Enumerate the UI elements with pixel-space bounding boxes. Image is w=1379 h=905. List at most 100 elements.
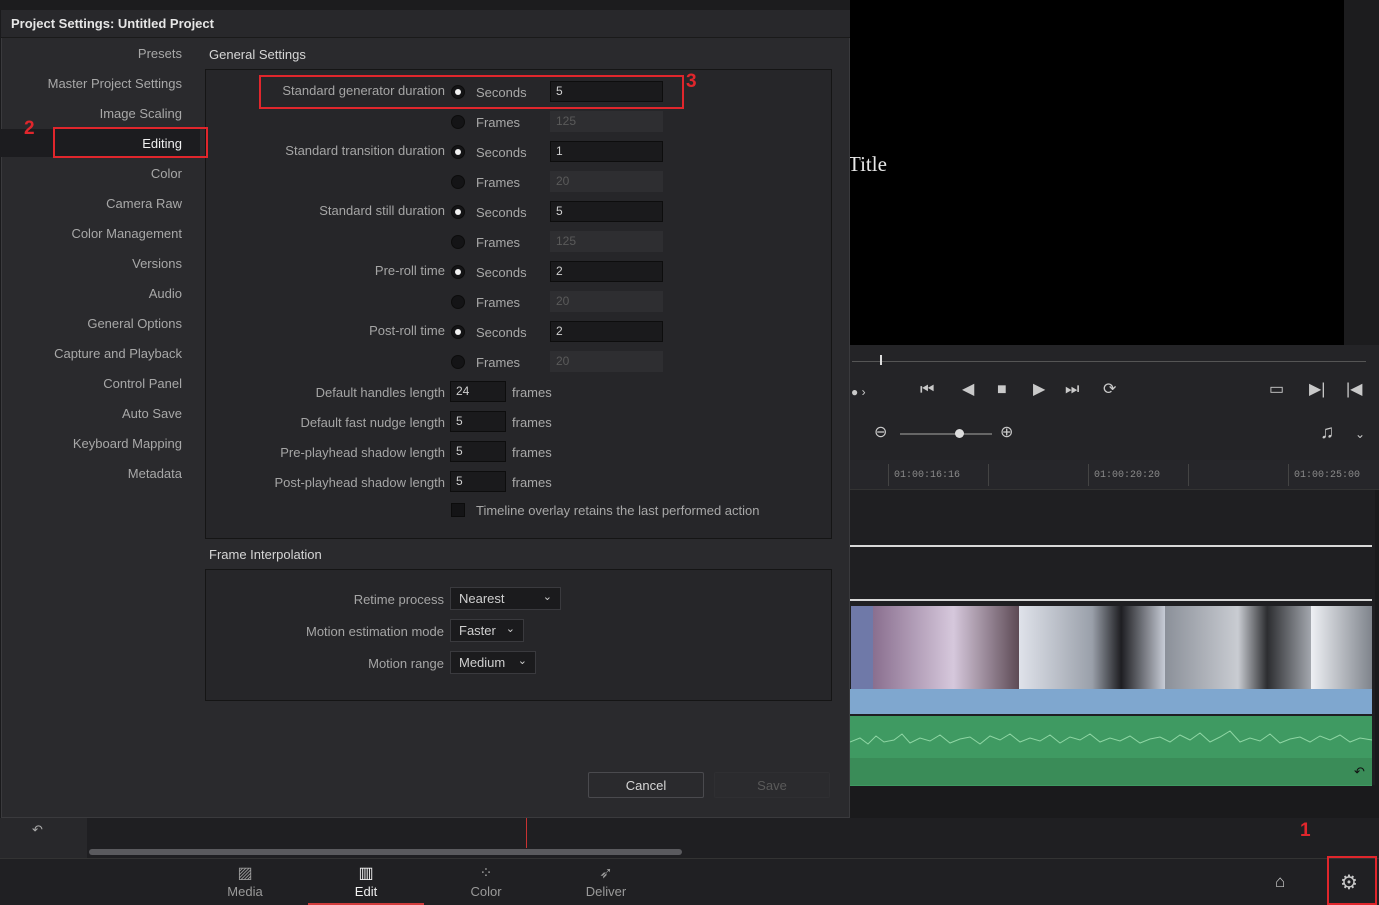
video-clip-bar[interactable] [850, 689, 1372, 714]
preroll-frames-field[interactable]: 20 [550, 291, 663, 312]
fade-handle-icon[interactable]: ↶ [1354, 764, 1365, 780]
retime-process-label: Retime process [353, 592, 444, 607]
generator-frames-field[interactable]: 125 [550, 111, 663, 132]
page-tab-color[interactable]: ⁘ Color [428, 858, 544, 905]
scrubber-playhead[interactable] [880, 355, 882, 365]
audio-clip-lower [850, 758, 1372, 785]
dialog-title: Project Settings: Untitled Project [1, 10, 850, 38]
chevron-down-icon[interactable]: ⌄ [1355, 426, 1365, 442]
motion-range-dropdown[interactable]: Medium ⌄ [450, 651, 536, 674]
nav-item-color[interactable]: Color [0, 166, 200, 186]
save-button[interactable]: Save [714, 772, 830, 798]
timeline-scrollbar[interactable] [89, 849, 682, 855]
still-frames-radio[interactable] [451, 235, 465, 249]
match-frame-icon[interactable]: ▭ [1269, 382, 1284, 398]
loop-icon[interactable]: ⟳ [1103, 382, 1116, 398]
postroll-frames-field[interactable]: 20 [550, 351, 663, 372]
zoom-slider[interactable] [900, 433, 992, 435]
transition-frames-field[interactable]: 20 [550, 171, 663, 192]
postroll-label: Post-roll time [369, 323, 445, 338]
frame-interpolation-title: Frame Interpolation [209, 547, 322, 562]
zoom-out-icon[interactable]: ⊖ [874, 425, 887, 441]
music-note-icon[interactable]: ♫ [1320, 423, 1334, 442]
retime-process-dropdown[interactable]: Nearest ⌄ [450, 587, 561, 610]
timecode-label: 01:00:20:20 [1094, 470, 1161, 481]
nav-item-auto-save[interactable]: Auto Save [0, 406, 200, 426]
preroll-seconds-radio[interactable] [451, 265, 465, 279]
annotation-box-3 [259, 75, 684, 109]
transition-seconds-field[interactable]: 1 [550, 141, 663, 162]
nav-item-metadata[interactable]: Metadata [0, 466, 200, 486]
dropdown-value: Faster [459, 623, 496, 638]
postroll-frames-radio[interactable] [451, 355, 465, 369]
nav-item-keyboard-mapping[interactable]: Keyboard Mapping [0, 436, 200, 456]
still-frames-field[interactable]: 125 [550, 231, 663, 252]
viewer-side [1344, 0, 1379, 345]
track-divider [850, 545, 1372, 547]
nav-item-camera-raw[interactable]: Camera Raw [0, 196, 200, 216]
page-tab-deliver[interactable]: ➶ Deliver [548, 858, 664, 905]
preroll-seconds-field[interactable]: 2 [550, 261, 663, 282]
zoom-slider-knob[interactable] [955, 429, 964, 438]
scrubber-track[interactable] [852, 361, 1366, 362]
motion-estimation-dropdown[interactable]: Faster ⌄ [450, 619, 524, 642]
transition-seconds-radio[interactable] [451, 145, 465, 159]
video-thumbnail[interactable] [851, 606, 873, 689]
generator-frames-radio[interactable] [451, 115, 465, 129]
postroll-seconds-field[interactable]: 2 [550, 321, 663, 342]
nav-item-color-management[interactable]: Color Management [0, 226, 200, 246]
timeline-ruler[interactable]: 01:00:16:16 01:00:20:20 01:00:25:00 [850, 460, 1379, 490]
radio-label: Seconds [476, 145, 527, 160]
nav-item-general-options[interactable]: General Options [0, 316, 200, 336]
video-thumbnail[interactable] [873, 606, 1019, 689]
preroll-frames-radio[interactable] [451, 295, 465, 309]
timeline-overlay-checkbox[interactable] [451, 503, 465, 517]
video-thumbnail[interactable] [1311, 606, 1372, 689]
page-tab-edit[interactable]: ▥ Edit [308, 858, 424, 905]
jump-end-icon[interactable]: ⏭ [1065, 382, 1079, 398]
dropdown-value: Medium [459, 655, 506, 670]
zoom-in-icon[interactable]: ⊕ [1000, 425, 1013, 441]
video-thumbnail[interactable] [1165, 606, 1311, 689]
unit-label: frames [512, 475, 552, 490]
nav-item-presets[interactable]: Presets [0, 46, 200, 66]
still-seconds-field[interactable]: 5 [550, 201, 663, 222]
video-thumbnail[interactable] [1019, 606, 1165, 689]
annotation-number-1: 1 [1300, 820, 1311, 841]
nav-item-control-panel[interactable]: Control Panel [0, 376, 200, 396]
pre-playhead-shadow-field[interactable]: 5 [450, 441, 506, 462]
timeline-playhead[interactable] [526, 818, 527, 848]
unit-label: frames [512, 445, 552, 460]
nav-item-master-project-settings[interactable]: Master Project Settings [0, 76, 200, 96]
radio-label: Frames [476, 355, 521, 370]
stop-icon[interactable]: ■ [997, 382, 1007, 398]
pre-playhead-shadow-label: Pre-playhead shadow length [280, 445, 445, 460]
viewer-dot-icon: ● › [851, 385, 866, 399]
home-icon[interactable]: ⌂ [1275, 872, 1285, 892]
still-seconds-radio[interactable] [451, 205, 465, 219]
cancel-button[interactable]: Cancel [588, 772, 704, 798]
post-playhead-shadow-field[interactable]: 5 [450, 471, 506, 492]
page-tab-media[interactable]: ▨ Media [187, 858, 303, 905]
radio-label: Seconds [476, 205, 527, 220]
rocket-icon: ➶ [599, 865, 613, 882]
postroll-seconds-radio[interactable] [451, 325, 465, 339]
post-playhead-shadow-label: Post-playhead shadow length [274, 475, 445, 490]
fast-nudge-field[interactable]: 5 [450, 411, 506, 432]
jump-start-icon[interactable]: ⏮ [920, 382, 934, 398]
transition-frames-radio[interactable] [451, 175, 465, 189]
reverse-play-icon[interactable]: ◀ [962, 382, 974, 398]
chevron-down-icon: ⌄ [505, 623, 515, 635]
timecode-label: 01:00:16:16 [894, 470, 961, 481]
nav-item-capture-and-playback[interactable]: Capture and Playback [0, 346, 200, 366]
next-edit-icon[interactable]: ▶| [1309, 382, 1325, 398]
viewer [850, 0, 1344, 345]
curve-icon[interactable]: ↶ [32, 822, 43, 838]
handles-length-field[interactable]: 24 [450, 381, 506, 402]
chevron-down-icon: ⌄ [542, 591, 552, 603]
play-icon[interactable]: ▶ [1033, 382, 1045, 398]
prev-edit-icon[interactable]: |◀ [1346, 382, 1362, 398]
media-icon: ▨ [237, 865, 253, 882]
nav-item-versions[interactable]: Versions [0, 256, 200, 276]
nav-item-audio[interactable]: Audio [0, 286, 200, 306]
